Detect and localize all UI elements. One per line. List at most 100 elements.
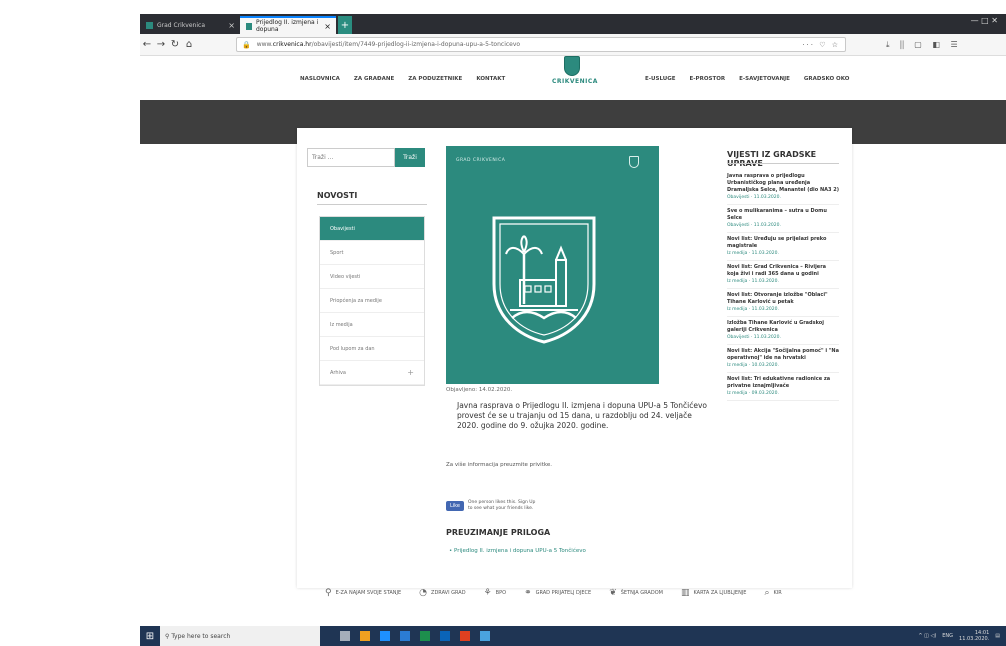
forward-icon[interactable]: →	[154, 39, 168, 50]
news-title[interactable]: Novi list: Grad Crikvenica – Rivijera ko…	[727, 264, 839, 278]
tray-clock[interactable]: 14:01 11.03.2020.	[959, 630, 989, 642]
footer-link[interactable]: ⚘ BPO	[484, 588, 506, 598]
map-icon: ▥	[680, 588, 690, 598]
flower-icon: ⚘	[483, 588, 492, 598]
tray-language[interactable]: ENG	[942, 633, 953, 639]
site-logo[interactable]: CRIKVENICA	[552, 56, 598, 85]
url-bar[interactable]: 🔒 www. crikvenica.hr /obavijesti/item/74…	[236, 37, 846, 52]
browser-nav-bar: ← → ↻ ⌂ 🔒 www. crikvenica.hr /obavijesti…	[140, 34, 1006, 56]
main-nav-right: E-USLUGE E-PROSTOR E-SAVJETOVANJE GRADSK…	[645, 76, 849, 82]
favicon-icon	[246, 22, 252, 30]
news-meta: Iz medija · 09.03.2020.	[727, 391, 779, 396]
news-heading: VIJESTI IZ GRADSKE UPRAVE	[727, 150, 817, 168]
list-item[interactable]: Novi list: Tri edukativne radionice za p…	[727, 373, 839, 401]
back-icon[interactable]: ←	[140, 39, 154, 50]
sidebar-item-pod-lupom[interactable]: Pod lupom za dan	[320, 337, 424, 361]
news-title[interactable]: Novi list: Otvoranje izložbe "Oblaci" Ti…	[727, 292, 839, 306]
sidebar-item-arhiva[interactable]: Arhiva +	[320, 361, 424, 385]
edge-icon[interactable]	[380, 631, 390, 641]
sidebar-item-sport[interactable]: Sport	[320, 241, 424, 265]
footer-link-label: KARTA ZA LJUBLJENJE	[693, 590, 747, 596]
taskbar-search-input[interactable]: ⚲ Type here to search	[160, 626, 320, 646]
nav-item-gradsko-oko[interactable]: GRADSKO OKO	[804, 76, 850, 82]
nav-item-e-usluge[interactable]: E-USLUGE	[645, 76, 676, 82]
list-item[interactable]: Novi list: Otvoranje izložbe "Oblaci" Ti…	[727, 289, 839, 317]
sidebar-item-obavijesti[interactable]: Obavijesti	[320, 217, 424, 241]
sidebar-item-iz-medija[interactable]: Iz medija	[320, 313, 424, 337]
windows-taskbar: ⊞ ⚲ Type here to search ^ ◫ ◁) ENG 14:01…	[140, 626, 1006, 646]
nav-item-naslovnica[interactable]: NASLOVNICA	[300, 76, 340, 82]
logo-text: CRIKVENICA	[552, 78, 598, 85]
footer-link[interactable]: ⚲ E-ZA NAJAM SVOJE STANJE	[325, 588, 401, 598]
nav-item-za-poduzetnike[interactable]: ZA PODUZETNIKE	[408, 76, 462, 82]
news-title[interactable]: Novi list: Akcija "Sočijalna pomoć" i "N…	[727, 348, 839, 362]
search-row: Traži	[307, 148, 425, 167]
url-domain: crikvenica.hr	[272, 41, 312, 48]
nav-item-e-savjetovanje[interactable]: E-SAVJETOVANJE	[739, 76, 790, 82]
site-header: NASLOVNICA ZA GRAĐANE ZA PODUZETNIKE KON…	[140, 56, 1006, 100]
divider	[317, 204, 427, 205]
url-actions[interactable]: ··· ♡ ☆	[802, 41, 840, 49]
expand-icon[interactable]: +	[407, 368, 414, 377]
url-path: /obavijesti/item/7449-prijedlog-ii-izmje…	[311, 41, 521, 48]
news-list: Javna rasprava o prijedlogu Urbanističko…	[727, 170, 839, 401]
footer-link[interactable]: ⚭ GRAD PRIJATELJ DJECE	[524, 588, 591, 598]
list-item[interactable]: Novi list: Akcija "Sočijalna pomoć" i "N…	[727, 345, 839, 373]
system-tray: ^ ◫ ◁) ENG 14:01 11.03.2020. ▤	[918, 630, 1006, 642]
footer-link-label: BPO	[495, 590, 507, 596]
windows-start-icon[interactable]: ⊞	[140, 626, 160, 646]
task-view-icon[interactable]	[340, 631, 350, 641]
sidebar-item-priopcenja[interactable]: Priopćenja za medije	[320, 289, 424, 313]
search-input[interactable]	[307, 148, 395, 167]
word-icon[interactable]	[400, 631, 410, 641]
list-item[interactable]: Izložba Tihane Karlović u Gradskoj galer…	[727, 317, 839, 345]
news-title[interactable]: Sve o mulikaranima – sutra u Domu Selce	[727, 208, 839, 222]
tab-label: Prijedlog II. izmjena i dopuna	[255, 19, 319, 33]
footer-link[interactable]: ▥ KARTA ZA LJUBLJENJE	[681, 588, 747, 598]
nav-item-kontakt[interactable]: KONTAKT	[476, 76, 505, 82]
close-tab-icon[interactable]: ×	[228, 21, 235, 30]
news-title[interactable]: Novi list: Tri edukativne radionice za p…	[727, 376, 839, 390]
news-title[interactable]: Javna rasprava o prijedlogu Urbanističko…	[727, 173, 839, 194]
list-item[interactable]: Sve o mulikaranima – sutra u Domu Selce O…	[727, 205, 839, 233]
reload-icon[interactable]: ↻	[168, 39, 182, 50]
attachment-link[interactable]: • Prijedlog II. izmjena i dopuna UPU-a 5…	[449, 548, 586, 554]
close-tab-icon[interactable]: ×	[324, 22, 331, 31]
excel-icon[interactable]	[420, 631, 430, 641]
notification-icon[interactable]: ▤	[995, 633, 1000, 639]
news-meta: Obavijesti · 11.03.2020.	[727, 335, 781, 340]
list-item[interactable]: Javna rasprava o prijedlogu Urbanističko…	[727, 170, 839, 205]
browser-tab-2[interactable]: Prijedlog II. izmjena i dopuna ×	[240, 16, 336, 34]
list-item[interactable]: Novi list: Grad Crikvenica – Rivijera ko…	[727, 261, 839, 289]
family-icon: ⚭	[524, 588, 532, 598]
hero-caption: GRAD CRIKVENICA	[456, 158, 506, 163]
new-tab-button[interactable]: +	[338, 16, 352, 34]
news-title[interactable]: Novi list: Uređuju se prijelazi preko ma…	[727, 236, 839, 250]
article-hero-image: GRAD CRIKVENICA	[446, 146, 659, 384]
article-info: Za više informacija preuzmite privitke.	[446, 462, 552, 468]
home-icon[interactable]: ⌂	[182, 39, 196, 50]
sidebar-item-video-vijesti[interactable]: Video vijesti	[320, 265, 424, 289]
outlook-icon[interactable]	[440, 631, 450, 641]
firefox-icon[interactable]	[460, 631, 470, 641]
file-explorer-icon[interactable]	[360, 631, 370, 641]
toolbar-icons[interactable]: ⤓ ⫼ ▢ ◧ ☰	[886, 40, 962, 50]
footer-link[interactable]: ❦ ŠETNJA GRADOM	[609, 588, 663, 598]
app-icon[interactable]	[480, 631, 490, 641]
news-meta: Iz medija · 11.03.2020.	[727, 279, 779, 284]
list-item[interactable]: Novi list: Uređuju se prijelazi preko ma…	[727, 233, 839, 261]
search-button[interactable]: Traži	[395, 148, 425, 167]
crest-icon	[492, 216, 596, 344]
nav-item-e-prostor[interactable]: E-PROSTOR	[690, 76, 726, 82]
nav-item-za-gradane[interactable]: ZA GRAĐANE	[354, 76, 394, 82]
divider	[727, 163, 839, 164]
window-controls[interactable]: — □ ✕	[971, 16, 998, 25]
facebook-like-button[interactable]: Like	[446, 500, 464, 511]
news-meta: Iz medija · 11.03.2020.	[727, 251, 779, 256]
favicon-icon	[146, 21, 153, 29]
footer-link[interactable]: ◔ ZDRAVI GRAD	[419, 588, 465, 598]
browser-tab-1[interactable]: Grad Crikvenica ×	[140, 16, 240, 34]
tray-icons[interactable]: ^ ◫ ◁)	[918, 633, 936, 639]
news-title[interactable]: Izložba Tihane Karlović u Gradskoj galer…	[727, 320, 839, 334]
footer-link[interactable]: ⌕ KIR	[764, 588, 781, 598]
